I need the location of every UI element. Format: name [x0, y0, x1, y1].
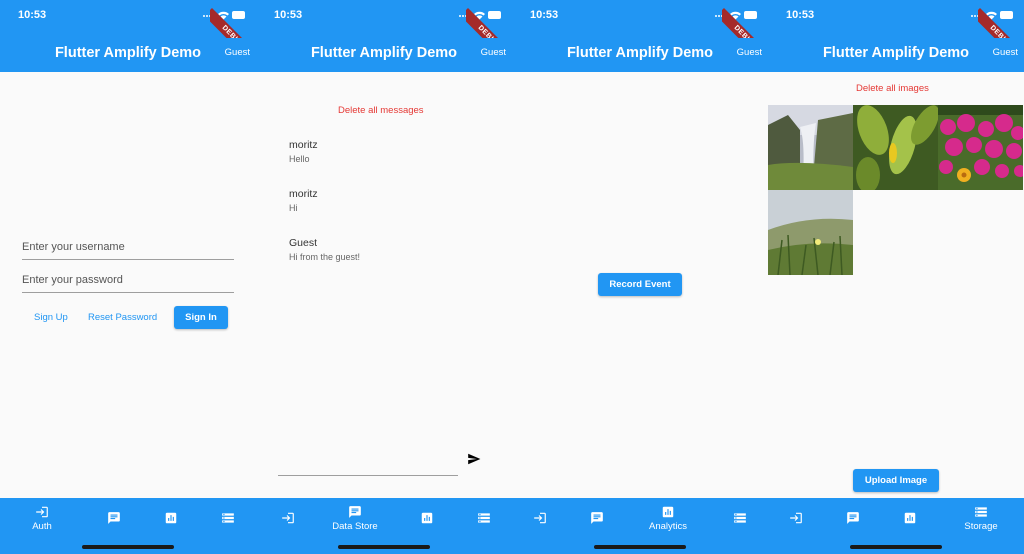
app-title: Flutter Amplify Demo	[822, 45, 970, 61]
message-author: moritz	[289, 188, 318, 200]
analytics-screen: 10:53 DEBUG Flutter Amplify Demo Guest R…	[512, 0, 768, 554]
upload-image-button[interactable]: Upload Image	[853, 469, 939, 492]
home-indicator	[850, 545, 942, 549]
message-author: Guest	[289, 237, 318, 249]
current-user: Guest	[736, 47, 762, 58]
message-author: moritz	[289, 139, 318, 151]
chat-icon	[108, 512, 120, 524]
status-time: 10:53	[274, 9, 303, 21]
send-icon[interactable]	[466, 452, 482, 466]
message-item: moritz Hello	[289, 139, 318, 164]
nav-datastore-label: Data Store	[332, 520, 378, 532]
status-time: 10:53	[530, 9, 559, 21]
login-icon	[36, 506, 48, 517]
debug-banner: DEBUG	[210, 0, 256, 38]
storage-icon	[734, 513, 746, 523]
current-user: Guest	[992, 47, 1018, 58]
storage-icon	[975, 506, 987, 517]
nav-datastore[interactable]	[82, 502, 146, 534]
login-icon	[534, 512, 546, 524]
app-title: Flutter Amplify Demo	[54, 45, 202, 61]
app-bar: 10:53 DEBUG Flutter Amplify Demo Guest	[512, 0, 768, 72]
debug-banner: DEBUG	[978, 0, 1024, 38]
image-green-leaves[interactable]	[853, 105, 938, 190]
debug-banner: DEBUG	[722, 0, 768, 38]
username-input[interactable]	[22, 234, 234, 259]
image-pink-flowers[interactable]	[938, 105, 1023, 190]
home-indicator	[82, 545, 174, 549]
app-bar: 10:53 DEBUG Flutter Amplify Demo Guest	[0, 0, 256, 72]
nav-storage[interactable]	[452, 502, 512, 534]
username-field[interactable]	[22, 234, 234, 260]
analytics-icon	[904, 512, 916, 524]
nav-analytics[interactable]	[878, 502, 942, 534]
password-input[interactable]	[22, 267, 234, 292]
message-text: Hi from the guest!	[289, 252, 361, 262]
auth-screen: 10:53 DEBUG Flutter Amplify Demo Guest S…	[0, 0, 256, 554]
image-waterfall[interactable]	[768, 105, 853, 190]
password-field[interactable]	[22, 267, 234, 293]
nav-analytics[interactable]	[139, 502, 203, 534]
home-indicator	[594, 545, 686, 549]
storage-screen: 10:53 DEBUG Flutter Amplify Demo Guest D…	[768, 0, 1024, 554]
nav-auth-label: Auth	[32, 520, 52, 532]
analytics-icon	[165, 512, 177, 524]
nav-analytics-label: Analytics	[648, 520, 687, 532]
chat-icon	[847, 512, 859, 524]
current-user: Guest	[224, 47, 250, 58]
app-bar: 10:53 DEBUG Flutter Amplify Demo Guest	[768, 0, 1024, 72]
nav-storage[interactable]	[196, 502, 256, 534]
nav-auth[interactable]	[256, 502, 320, 534]
nav-storage[interactable]: Storage	[949, 502, 1013, 534]
chat-icon	[591, 512, 603, 524]
chat-icon	[349, 505, 361, 518]
home-indicator	[338, 545, 430, 549]
app-bar: 10:53 DEBUG Flutter Amplify Demo Guest	[256, 0, 512, 72]
delete-all-messages-button[interactable]: Delete all messages	[338, 105, 424, 116]
storage-icon	[222, 513, 234, 523]
image-grass-hillside[interactable]	[768, 190, 853, 275]
message-item: Guest Hi from the guest!	[289, 237, 360, 262]
message-item: moritz Hi	[289, 188, 318, 213]
reset-password-button[interactable]: Reset Password	[88, 312, 157, 323]
debug-banner: DEBUG	[466, 0, 512, 38]
analytics-icon	[662, 506, 674, 517]
nav-auth[interactable]: Auth	[10, 502, 74, 534]
nav-auth[interactable]	[512, 502, 572, 534]
nav-auth[interactable]	[768, 502, 828, 534]
analytics-icon	[421, 512, 433, 524]
app-title: Flutter Amplify Demo	[566, 45, 714, 61]
status-time: 10:53	[786, 9, 815, 21]
message-input[interactable]	[278, 448, 458, 476]
message-text: Hi	[289, 203, 298, 213]
nav-datastore[interactable]	[821, 502, 885, 534]
datastore-screen: 10:53 DEBUG Flutter Amplify Demo Guest D…	[256, 0, 512, 554]
login-icon	[282, 512, 294, 524]
status-time: 10:53	[18, 9, 47, 21]
nav-analytics[interactable]: Analytics	[636, 502, 700, 534]
message-text: Hello	[289, 154, 310, 164]
nav-analytics[interactable]	[395, 502, 459, 534]
nav-storage[interactable]	[708, 502, 768, 534]
storage-icon	[478, 513, 490, 523]
app-title: Flutter Amplify Demo	[310, 45, 458, 61]
delete-all-images-button[interactable]: Delete all images	[856, 83, 929, 94]
nav-datastore[interactable]: Data Store	[323, 502, 387, 534]
nav-datastore[interactable]	[565, 502, 629, 534]
sign-in-button[interactable]: Sign In	[174, 306, 228, 329]
record-event-button[interactable]: Record Event	[598, 273, 682, 296]
nav-storage-label: Storage	[964, 520, 998, 532]
current-user: Guest	[480, 47, 506, 58]
login-icon	[790, 512, 802, 524]
sign-up-button[interactable]: Sign Up	[34, 312, 68, 323]
